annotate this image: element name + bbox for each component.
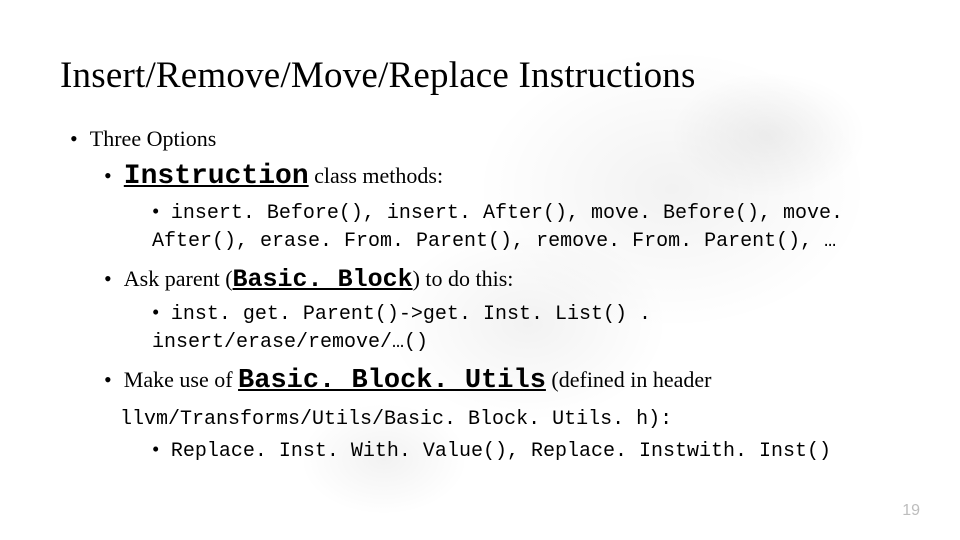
bullet-dot-icon: • <box>152 198 171 224</box>
bullet-dot-icon: • <box>104 265 124 293</box>
code-basic-block-utils-class: Basic. Block. Utils <box>238 366 546 396</box>
text-three-options: Three Options <box>90 126 216 151</box>
text-ask-parent-tail: ) to do this: <box>413 266 514 291</box>
code-basic-block-class: Basic. Block <box>233 265 413 294</box>
code-instruction-class: Instruction <box>124 161 309 192</box>
bullet-instruction-methods: •Instruction class methods: <box>104 159 900 194</box>
slide: Insert/Remove/Move/Replace Instructions … <box>0 0 960 540</box>
code-get-parent: inst. get. Parent()->get. Inst. List() .… <box>152 303 651 354</box>
bullet-dot-icon: • <box>70 125 90 153</box>
text-make-use-lead: Make use of <box>124 367 238 392</box>
code-replace-apis: Replace. Inst. With. Value(), Replace. I… <box>171 440 831 463</box>
code-header-path: llvm/Transforms/Utils/Basic. Block. Util… <box>120 408 672 431</box>
text-header-path-line: llvm/Transforms/Utils/Basic. Block. Util… <box>120 403 900 432</box>
page-number: 19 <box>902 502 920 520</box>
text-class-methods: class methods: <box>309 163 443 188</box>
bullet-replace-apis: •Replace. Inst. With. Value(), Replace. … <box>152 436 900 464</box>
slide-title: Insert/Remove/Move/Replace Instructions <box>60 54 900 97</box>
code-instruction-apis: insert. Before(), insert. After(), move.… <box>152 202 843 253</box>
bullet-dot-icon: • <box>104 162 124 190</box>
bullet-ask-parent: •Ask parent (Basic. Block) to do this: <box>104 264 900 295</box>
bullet-three-options: •Three Options <box>70 125 900 153</box>
text-ask-parent-lead: Ask parent ( <box>124 266 233 291</box>
bullet-dot-icon: • <box>152 436 171 462</box>
bullet-ask-parent-code: •inst. get. Parent()->get. Inst. List() … <box>152 299 900 355</box>
slide-body: •Three Options •Instruction class method… <box>60 125 900 464</box>
bullet-bbutils: •Make use of Basic. Block. Utils (define… <box>104 365 900 399</box>
bullet-dot-icon: • <box>104 366 124 394</box>
bullet-dot-icon: • <box>152 299 171 325</box>
text-make-use-tail: (defined in header <box>546 367 712 392</box>
bullet-instruction-list: •insert. Before(), insert. After(), move… <box>152 198 900 254</box>
